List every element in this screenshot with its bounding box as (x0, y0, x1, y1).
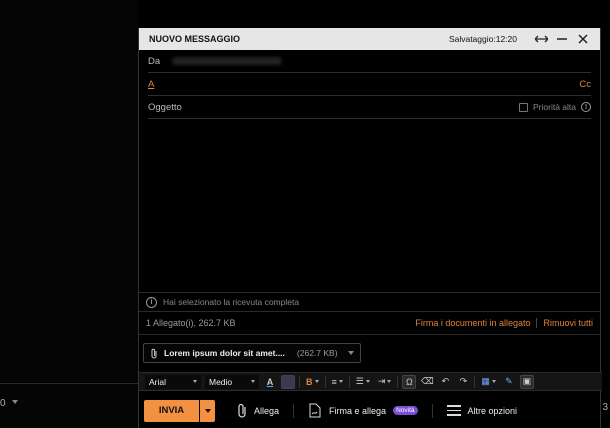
send-button-group: INVIA (144, 399, 215, 422)
toolbar-divider (348, 375, 350, 388)
remove-all-link[interactable]: Rimuovi tutti (543, 318, 593, 328)
table-icon: ▦ (481, 376, 490, 386)
compose-title: NUOVO MESSAGGIO (149, 34, 241, 44)
more-options-button[interactable]: Altre opzioni (446, 405, 518, 416)
bold-icon: B (306, 376, 313, 387)
list-menu-button[interactable]: ≡ (330, 375, 345, 389)
compose-action-bar: INVIA Allega Firma e allega Novità Altre… (139, 393, 602, 428)
image-icon[interactable]: ▣ (519, 374, 534, 389)
action-divider (431, 403, 433, 418)
eraser-icon[interactable]: ⌫ (420, 375, 434, 389)
link-icon[interactable]: ✎ (502, 375, 516, 389)
save-status: Salvataggio:12:20 (448, 34, 517, 44)
toolbar-divider (474, 375, 476, 388)
redo-icon[interactable]: ↷ (456, 375, 470, 389)
more-options-label: Altre opzioni (467, 405, 518, 416)
attach-label: Allega (254, 405, 280, 416)
attachment-file-size: (262.7 KB) (296, 348, 338, 358)
text-color-icon[interactable]: A (263, 375, 277, 389)
info-icon[interactable]: ! (581, 102, 591, 112)
align-menu-button[interactable]: ☰ (354, 375, 372, 389)
sign-attach-button[interactable]: Firma e allega Novità (308, 403, 418, 418)
subject-row[interactable]: Oggetto Priorità alta ! (148, 96, 591, 119)
high-priority-option[interactable]: Priorità alta ! (519, 102, 591, 112)
font-size-value: Medio (209, 376, 233, 387)
background-fragment-left: 0 (0, 398, 6, 409)
receipt-notice: i Hai selezionato la ricevuta completa (139, 292, 600, 311)
high-priority-label: Priorità alta (533, 102, 576, 112)
attachments-summary: 1 Allegato(i), 262.7 KB Firma i document… (139, 311, 600, 335)
to-label[interactable]: A (148, 79, 154, 90)
minimize-icon[interactable] (553, 32, 571, 46)
toolbar-divider (397, 375, 399, 388)
indent-menu-button[interactable]: ⇥ (376, 375, 394, 389)
list-icon: ≡ (331, 376, 337, 387)
attach-button[interactable]: Allega (237, 403, 279, 418)
expand-horizontal-icon[interactable] (532, 32, 550, 46)
high-priority-checkbox[interactable] (519, 102, 528, 112)
message-body-editor[interactable] (139, 119, 600, 292)
attachment-file-chip[interactable]: Lorem ipsum dolor sit amet.... (262.7 KB… (143, 343, 361, 363)
align-icon: ☰ (355, 376, 364, 386)
background-dropdown-arrow-icon[interactable] (12, 400, 18, 404)
indent-icon: ⇥ (377, 376, 386, 386)
send-options-button[interactable] (200, 399, 215, 422)
chevron-down-icon (204, 408, 211, 413)
formatting-toolbar: Arial Medio A B ≡ ☰ ⇥ Ω ⌫ ↶ ↷ ▦ ✎ ▣ (139, 372, 602, 391)
send-button[interactable]: INVIA (144, 399, 199, 422)
from-row[interactable]: Da (148, 50, 591, 73)
font-size-select[interactable]: Medio (205, 374, 259, 389)
special-characters-icon[interactable]: Ω (402, 374, 417, 389)
signature-icon (309, 403, 321, 418)
attachment-file-name: Lorem ipsum dolor sit amet.... (164, 348, 285, 358)
receipt-notice-text: Hai selezionato la ricevuta completa (163, 297, 300, 307)
sign-attach-label: Firma e allega (329, 405, 387, 416)
background-fragment-right: 3 (602, 402, 608, 413)
highlight-color-icon[interactable] (281, 374, 295, 389)
bold-menu-button[interactable]: B (304, 375, 321, 389)
font-family-value: Arial (149, 376, 167, 387)
subject-label: Oggetto (148, 101, 182, 113)
paperclip-icon (151, 348, 157, 358)
background-divider (0, 383, 138, 384)
paperclip-icon (238, 403, 246, 418)
undo-icon[interactable]: ↶ (438, 375, 452, 389)
background-app-area: 0 (0, 0, 138, 428)
compose-titlebar: NUOVO MESSAGGIO Salvataggio:12:20 (139, 28, 600, 50)
link-divider (536, 318, 538, 328)
new-badge: Novità (393, 406, 418, 415)
cc-button[interactable]: Cc (579, 79, 591, 90)
from-address-redacted (172, 57, 283, 65)
to-row[interactable]: A Cc (148, 73, 591, 96)
action-divider (293, 403, 295, 418)
chevron-down-icon[interactable] (348, 351, 354, 355)
table-menu-button[interactable]: ▦ (479, 375, 498, 389)
menu-icon (446, 405, 461, 416)
close-icon[interactable] (574, 32, 592, 46)
toolbar-divider (324, 375, 326, 388)
info-icon: i (146, 296, 157, 308)
toolbar-divider (299, 375, 300, 388)
attachments-count: 1 Allegato(i), 262.7 KB (146, 318, 236, 328)
from-label: Da (148, 55, 161, 67)
compose-window: NUOVO MESSAGGIO Salvataggio:12:20 Da A C… (138, 28, 602, 428)
sign-attachments-link[interactable]: Firma i documenti in allegato (415, 318, 530, 328)
font-family-select[interactable]: Arial (145, 374, 201, 389)
